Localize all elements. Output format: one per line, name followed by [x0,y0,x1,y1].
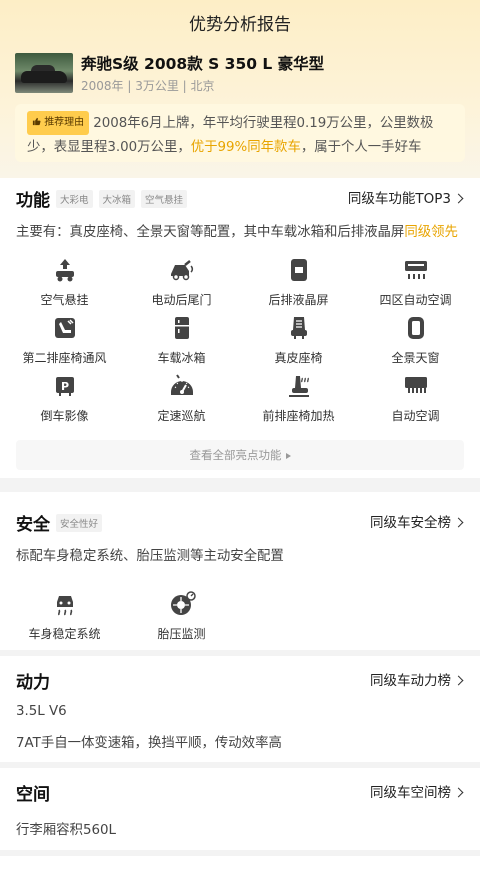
feature-item[interactable]: 全景天窗 [357,314,474,372]
car-thumbnail[interactable] [15,53,73,93]
leather-seat-icon [290,317,307,339]
feature-item[interactable]: 第二排座椅通风 [6,314,123,372]
chevron-right-icon [453,787,464,798]
panoramic-sunroof-icon [407,317,424,339]
feature-item[interactable]: 定速巡航 [123,372,240,430]
features-description: 主要有：真皮座椅、全景天窗等配置，其中车载冰箱和后排液晶屏同级领先 [16,225,458,240]
air-suspension-icon [55,259,74,282]
svg-text:P: P [61,380,69,393]
seat-heating-icon [288,376,309,397]
features-title: 功能 [16,191,50,211]
triangle-right-icon [285,453,291,459]
space-title: 空间 [16,785,50,805]
feature-item[interactable]: 电动后尾门 [123,256,240,314]
features-section: 功能 大彩电 大冰箱 空气悬挂 同级车功能TOP3 主要有：真皮座椅、全景天窗等… [0,178,480,478]
fridge-icon [174,317,189,339]
chevron-right-icon [453,675,464,686]
recommend-reason-box: 推荐理由 2008年6月上牌，年平均行驶里程0.19万公里，公里数极少，表显里程… [15,104,465,162]
feature-tag: 大冰箱 [98,190,136,208]
cruise-control-icon [170,374,193,395]
auto-ac-icon [404,377,427,393]
safety-tag: 安全性好 [56,514,103,532]
four-zone-ac-icon [404,261,427,279]
space-section: 空间 同级车空间榜 行李厢容积560L [0,768,480,850]
engine-spec: 3.5L V6 [16,704,67,719]
tire-pressure-icon [170,591,196,615]
safety-item[interactable]: 胎压监测 [123,590,240,648]
recommend-reason-tag: 推荐理由 [27,111,90,135]
feature-tag: 空气悬挂 [141,190,188,208]
see-all-features-button[interactable]: 查看全部亮点功能 [16,440,464,470]
seat-ventilation-icon [54,318,75,338]
gearbox-spec: 7AT手自一体变速箱，换挡平顺，传动效率高 [16,736,282,751]
feature-item[interactable]: P 倒车影像 [6,372,123,430]
page-title: 优势分析报告 [189,15,291,35]
reverse-camera-icon: P [55,377,74,396]
feature-item[interactable]: 后排液晶屏 [240,256,357,314]
recommend-reason-text: 推荐理由 2008年6月上牌，年平均行驶里程0.19万公里，公里数极少，表显里程… [27,111,455,159]
feature-item[interactable]: 前排座椅加热 [240,372,357,430]
car-meta: 2008年 | 3万公里 | 北京 [81,79,215,93]
power-title: 动力 [16,673,50,693]
thumbs-up-icon [32,117,41,126]
feature-item[interactable]: 车载冰箱 [123,314,240,372]
safety-ranking-link[interactable]: 同级车安全榜 [370,511,464,531]
car-name: 奔驰S级 2008款 S 350 L 豪华型 [81,55,325,73]
safety-grid: 车身稳定系统 胎压监测 [6,590,240,648]
power-section: 动力 同级车动力榜 3.5L V6 7AT手自一体变速箱，换挡平顺，传动效率高 [0,656,480,762]
next-section-peek [0,856,480,894]
report-header: 优势分析报告 奔驰S级 2008款 S 350 L 豪华型 2008年 | 3万… [0,0,480,178]
space-ranking-link[interactable]: 同级车空间榜 [370,781,464,801]
trunk-capacity: 行李厢容积560L [16,823,116,838]
chevron-right-icon [453,193,464,204]
rear-screen-icon [290,259,307,281]
safety-title: 安全 [16,515,50,535]
feature-item[interactable]: 真皮座椅 [240,314,357,372]
feature-tag: 大彩电 [56,190,93,208]
chevron-right-icon [453,517,464,528]
reason-highlight: 优于99%同年款车 [190,140,301,155]
features-top3-link[interactable]: 同级车功能TOP3 [348,187,464,207]
power-tailgate-icon [170,260,193,281]
features-grid: 空气悬挂 电动后尾门 后排液晶屏 四区自动空调 第二排座椅通风 车载冰箱 真皮座… [6,256,474,430]
safety-section: 安全 安全性好 同级车安全榜 标配车身稳定系统、胎压监测等主动安全配置 车身稳定… [0,492,480,650]
feature-item[interactable]: 空气悬挂 [6,256,123,314]
safety-description: 标配车身稳定系统、胎压监测等主动安全配置 [16,549,284,564]
feature-item[interactable]: 自动空调 [357,372,474,430]
power-ranking-link[interactable]: 同级车动力榜 [370,669,464,689]
feature-item[interactable]: 四区自动空调 [357,256,474,314]
features-tags: 大彩电 大冰箱 空气悬挂 [56,190,188,208]
stability-control-icon [56,596,73,616]
safety-item[interactable]: 车身稳定系统 [6,590,123,648]
